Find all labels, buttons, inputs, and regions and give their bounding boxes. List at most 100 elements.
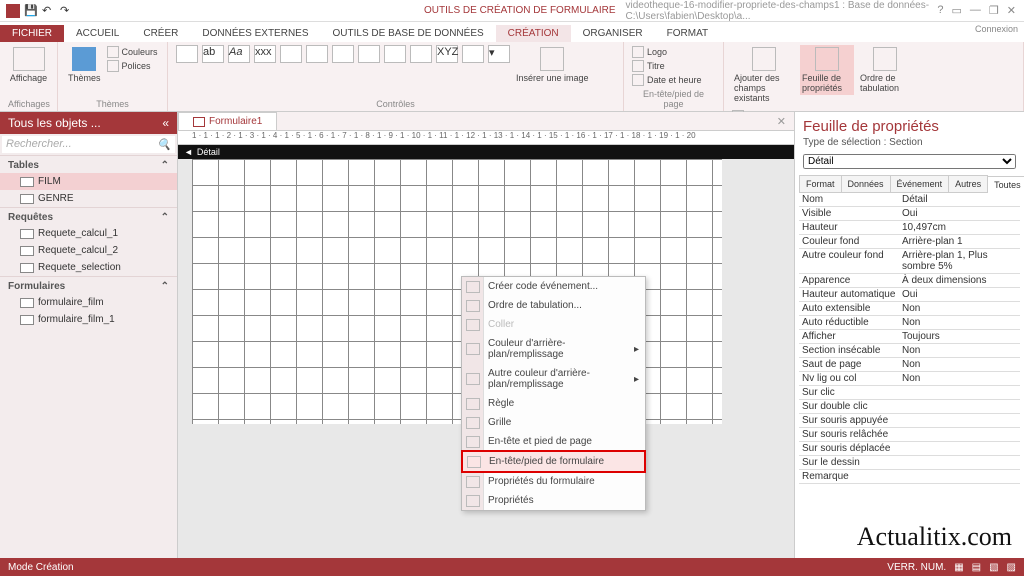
property-row[interactable]: Sur clic — [799, 386, 1020, 400]
property-sheet-button[interactable]: Feuille de propriétés — [800, 45, 854, 95]
colors-dropdown[interactable]: Couleurs — [107, 45, 158, 59]
property-value[interactable] — [899, 386, 1020, 399]
control-textbox-icon[interactable]: ab — [202, 45, 224, 63]
property-row[interactable]: Sur souris relâchée — [799, 428, 1020, 442]
control-pointer-icon[interactable] — [176, 45, 198, 63]
menu-ruler[interactable]: Règle — [462, 394, 645, 413]
property-value[interactable]: Oui — [899, 288, 1020, 301]
control-rect-icon[interactable] — [462, 45, 484, 63]
control-tab-icon[interactable] — [280, 45, 302, 63]
table-item-genre[interactable]: GENRE — [0, 190, 177, 207]
controls-gallery[interactable]: ab Aa xxx XYZ ▾ Insérer une image — [176, 45, 615, 85]
property-row[interactable]: Couleur fondArrière-plan 1 — [799, 235, 1020, 249]
property-row[interactable]: Section insécableNon — [799, 344, 1020, 358]
control-button-icon[interactable]: xxx — [254, 45, 276, 63]
property-value[interactable]: Non — [899, 358, 1020, 371]
section-bar-detail[interactable]: ◄Détail — [178, 145, 794, 159]
logo-button[interactable]: Logo — [632, 45, 715, 59]
view-datasheet-icon[interactable]: ▤ — [972, 562, 981, 573]
design-surface[interactable]: Créer code événement... Ordre de tabulat… — [178, 159, 794, 558]
save-icon[interactable]: 💾 — [24, 4, 38, 18]
menu-grid[interactable]: Grille — [462, 413, 645, 432]
property-row[interactable]: Auto extensibleNon — [799, 302, 1020, 316]
menu-form-properties[interactable]: Propriétés du formulaire — [462, 472, 645, 491]
property-row[interactable]: Autre couleur fondArrière-plan 1, Plus s… — [799, 249, 1020, 274]
property-value[interactable]: Oui — [899, 207, 1020, 220]
menu-create-event[interactable]: Créer code événement... — [462, 277, 645, 296]
tab-other[interactable]: Autres — [948, 175, 988, 192]
property-row[interactable]: Sur le dessin — [799, 456, 1020, 470]
section-tables[interactable]: Tables⌃ — [0, 155, 177, 173]
control-line-icon[interactable] — [410, 45, 432, 63]
chevron-down-icon[interactable]: « — [162, 116, 169, 130]
tab-format[interactable]: FORMAT — [655, 25, 720, 42]
property-value[interactable]: Non — [899, 344, 1020, 357]
form-item[interactable]: formulaire_film_1 — [0, 311, 177, 328]
property-value[interactable]: Arrière-plan 1 — [899, 235, 1020, 248]
property-row[interactable]: Nv lig ou colNon — [799, 372, 1020, 386]
view-design-icon[interactable]: ▨ — [1007, 562, 1016, 573]
fonts-dropdown[interactable]: Polices — [107, 59, 158, 73]
document-tab[interactable]: Formulaire1 — [178, 112, 277, 130]
view-form-icon[interactable]: ▦ — [954, 562, 963, 573]
tab-data[interactable]: Données — [841, 175, 891, 192]
file-tab[interactable]: FICHIER — [0, 25, 64, 42]
property-value[interactable]: Détail — [899, 193, 1020, 206]
property-value[interactable]: Arrière-plan 1, Plus sombre 5% — [899, 249, 1020, 273]
query-item[interactable]: Requete_calcul_2 — [0, 242, 177, 259]
property-value[interactable] — [899, 470, 1020, 483]
property-row[interactable]: NomDétail — [799, 193, 1020, 207]
menu-alt-bg-color[interactable]: Autre couleur d'arrière-plan/remplissage… — [462, 364, 645, 394]
property-value[interactable]: Non — [899, 372, 1020, 385]
connexion-link[interactable]: Connexion — [975, 24, 1018, 34]
property-value[interactable] — [899, 456, 1020, 469]
menu-bg-color[interactable]: Couleur d'arrière-plan/remplissage▸ — [462, 334, 645, 364]
control-chart-icon[interactable] — [384, 45, 406, 63]
menu-tab-order[interactable]: Ordre de tabulation... — [462, 296, 645, 315]
tab-outils-bd[interactable]: OUTILS DE BASE DE DONNÉES — [321, 25, 496, 42]
menu-form-header-footer[interactable]: En-tête/pied de formulaire — [461, 450, 646, 473]
property-row[interactable]: Sur double clic — [799, 400, 1020, 414]
property-row[interactable]: ApparenceÀ deux dimensions — [799, 274, 1020, 288]
close-doc-icon[interactable]: ✕ — [777, 115, 794, 128]
property-row[interactable]: Sur souris appuyée — [799, 414, 1020, 428]
control-list-icon[interactable] — [358, 45, 380, 63]
form-item[interactable]: formulaire_film — [0, 294, 177, 311]
property-value[interactable] — [899, 428, 1020, 441]
control-link-icon[interactable] — [306, 45, 328, 63]
search-input[interactable]: Rechercher...🔍 — [2, 136, 175, 153]
property-value[interactable] — [899, 400, 1020, 413]
section-forms[interactable]: Formulaires⌃ — [0, 276, 177, 294]
property-value[interactable]: À deux dimensions — [899, 274, 1020, 287]
close-icon[interactable]: ✕ — [1007, 4, 1016, 17]
menu-page-header-footer[interactable]: En-tête et pied de page — [462, 432, 645, 451]
property-value[interactable] — [899, 414, 1020, 427]
tab-order-button[interactable]: Ordre de tabulation — [858, 45, 912, 95]
property-value[interactable] — [899, 442, 1020, 455]
tab-format[interactable]: Format — [799, 175, 842, 192]
property-row[interactable]: Hauteur automatiqueOui — [799, 288, 1020, 302]
title-button[interactable]: Titre — [632, 59, 715, 73]
date-button[interactable]: Date et heure — [632, 73, 715, 87]
control-combo-icon[interactable] — [332, 45, 354, 63]
help-icon[interactable]: ? — [937, 4, 943, 17]
control-more-icon[interactable]: ▾ — [488, 45, 510, 63]
restore-icon[interactable]: ❐ — [989, 4, 999, 17]
control-label-icon[interactable]: Aa — [228, 45, 250, 63]
insert-image-button[interactable]: Insérer une image — [514, 45, 591, 85]
view-layout-icon[interactable]: ▧ — [989, 562, 998, 573]
query-item[interactable]: Requete_selection — [0, 259, 177, 276]
ribbon-collapse-icon[interactable]: ▭ — [952, 4, 962, 17]
tab-organiser[interactable]: ORGANISER — [571, 25, 655, 42]
selection-dropdown[interactable]: Détail — [803, 154, 1016, 169]
property-row[interactable]: VisibleOui — [799, 207, 1020, 221]
property-row[interactable]: Auto réductibleNon — [799, 316, 1020, 330]
section-queries[interactable]: Requêtes⌃ — [0, 207, 177, 225]
redo-icon[interactable]: ↷ — [60, 4, 74, 18]
property-row[interactable]: Remarque — [799, 470, 1020, 484]
property-value[interactable]: Non — [899, 316, 1020, 329]
tab-event[interactable]: Événement — [890, 175, 950, 192]
add-fields-button[interactable]: Ajouter des champs existants — [732, 45, 796, 105]
property-value[interactable]: Non — [899, 302, 1020, 315]
nav-header[interactable]: Tous les objets ...« — [0, 112, 177, 134]
